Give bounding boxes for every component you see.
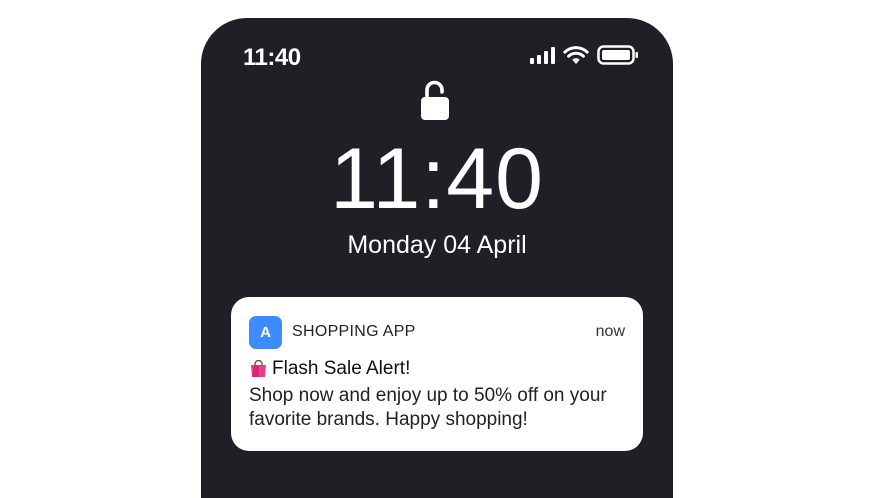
lock-screen-clock: 11:40: [330, 131, 544, 227]
notification-time: now: [595, 323, 625, 340]
unlocked-padlock-icon: [421, 80, 449, 120]
notification-app-name: SHOPPING APP: [292, 323, 416, 340]
wifi-icon: [563, 45, 589, 64]
notification-body: Shop now and enjoy up to 50% off on your…: [249, 385, 607, 430]
lock-screen-date: Monday 04 April: [347, 231, 527, 259]
battery-icon: [597, 45, 638, 65]
status-bar-icons: [530, 45, 639, 65]
cellular-signal-icon: [530, 46, 555, 64]
notification-card[interactable]: A SHOPPING APP now Flash Sale Alert! Sho…: [231, 297, 643, 451]
notification-title-row: Flash Sale Alert!: [249, 358, 410, 380]
status-bar-time: 11:40: [243, 44, 301, 71]
app-icon: A: [249, 316, 282, 349]
phone-lock-screen: 11:40 11:40 Monday 04 April A SHOPPING A…: [201, 18, 673, 498]
shopping-bag-icon: [251, 360, 266, 377]
notification-title: Flash Sale Alert!: [272, 358, 411, 379]
